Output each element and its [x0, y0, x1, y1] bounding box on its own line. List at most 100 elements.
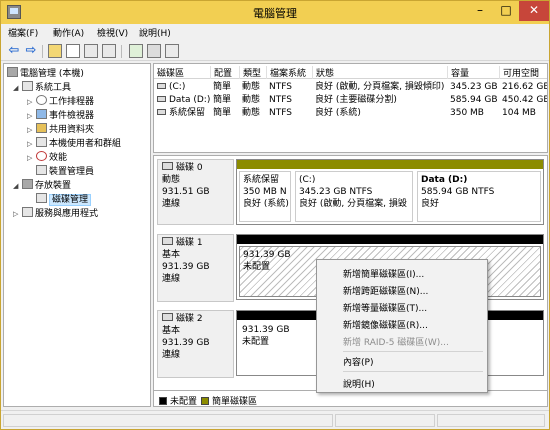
menu-help[interactable]: 說明(H): [139, 26, 171, 39]
refresh-icon[interactable]: [129, 44, 143, 58]
tree-item-task-scheduler[interactable]: ▷ 工作排程器: [27, 95, 94, 108]
expand-arrow-icon[interactable]: ▷: [27, 110, 36, 123]
column-header-status[interactable]: 狀態: [312, 66, 334, 79]
forward-arrow-icon[interactable]: ⇨: [24, 44, 38, 58]
partition-name: (C:): [299, 175, 316, 185]
column-header-type[interactable]: 類型: [239, 66, 261, 79]
volume-icon: [157, 83, 166, 89]
file-system-cell: NTFS: [269, 95, 292, 105]
disk-size: 931.39 GB: [162, 262, 210, 272]
expand-arrow-icon[interactable]: ▷: [13, 208, 22, 221]
file-system-cell: NTFS: [269, 82, 292, 92]
disk-size: 931.39 GB: [162, 338, 210, 348]
disk-settings-icon[interactable]: [165, 44, 179, 58]
volume-icon: [157, 109, 166, 115]
menu-item-new-simple-volume[interactable]: 新增簡單磁碟區(I)...: [343, 267, 424, 280]
expand-arrow-icon[interactable]: ▷: [27, 152, 36, 165]
toolbar-separator: [42, 45, 43, 58]
toolbar-separator: [121, 45, 122, 58]
simple-volume-bar: [415, 160, 543, 169]
disk-size: 931.51 GB: [162, 187, 210, 197]
table-row[interactable]: 系統保留 簡單 動態 NTFS 良好 (系統) 350 MB 104 MB: [154, 107, 547, 119]
show-hide-tree-icon[interactable]: [66, 44, 80, 58]
status-bar-cell: [437, 414, 545, 427]
column-header-volume[interactable]: 磁碟區: [154, 66, 184, 79]
back-arrow-icon[interactable]: ⇦: [7, 44, 21, 58]
storage-icon: [22, 179, 33, 189]
volume-cell: 系統保留: [157, 107, 211, 119]
column-header-capacity[interactable]: 容量: [447, 66, 469, 79]
partition-detail: 585.94 GB NTFS: [421, 187, 495, 197]
disk-0-partitions: 系統保留 350 MB N 良好 (系統) (C:) 345.23 GB NTF…: [236, 159, 544, 225]
menu-action[interactable]: 動作(A): [53, 26, 84, 39]
free-space-cell: 216.62 GB: [502, 82, 548, 92]
close-button[interactable]: ✕: [519, 1, 549, 21]
collapse-arrow-icon[interactable]: ◢: [13, 180, 22, 193]
column-header-file-system[interactable]: 檔案系統: [266, 66, 306, 79]
event-viewer-icon: [36, 109, 47, 119]
status-cell: 良好 (系統): [315, 108, 361, 118]
tree-item-local-users[interactable]: ▷ 本機使用者和群組: [27, 137, 121, 150]
tree-item-shared-folders[interactable]: ▷ 共用資料夾: [27, 123, 94, 136]
tree-item-system-tools[interactable]: ◢ 系統工具: [13, 81, 71, 94]
users-icon: [36, 137, 47, 147]
column-header-layout[interactable]: 配置: [210, 66, 232, 79]
table-row[interactable]: Data (D:) 簡單 動態 NTFS 良好 (主要磁碟分割) 585.94 …: [154, 94, 547, 106]
help-icon[interactable]: [84, 44, 98, 58]
menu-item-new-raid5-volume: 新增 RAID-5 磁碟區(W)...: [343, 338, 449, 348]
menu-item-help[interactable]: 說明(H): [343, 377, 375, 390]
expand-arrow-icon[interactable]: ▷: [27, 138, 36, 151]
volume-cell: (C:): [157, 81, 211, 93]
legend-unallocated: 未配置: [159, 394, 197, 407]
table-row[interactable]: (C:) 簡單 動態 NTFS 良好 (啟動, 分頁檔案, 損毀傾印) 345.…: [154, 81, 548, 93]
menu-separator: [343, 351, 483, 352]
menu-item-new-striped-volume[interactable]: 新增等量磁碟區(T)...: [343, 301, 427, 314]
menu-separator: [343, 371, 483, 372]
up-folder-icon[interactable]: [48, 44, 62, 58]
computer-management-window: 電腦管理 – □ ✕ 檔案(F) 動作(A) 檢視(V) 說明(H) ⇦ ⇨ 電…: [0, 0, 550, 430]
legend-swatch: [201, 397, 209, 405]
action-pane-icon[interactable]: [102, 44, 116, 58]
tree-item-services-apps[interactable]: ▷ 服務與應用程式: [13, 207, 98, 220]
disk-0-info[interactable]: 磁碟 0 動態 931.51 GB 連線: [157, 159, 234, 225]
tree-item-device-manager[interactable]: 裝置管理員: [27, 165, 94, 178]
collapse-arrow-icon[interactable]: ◢: [13, 82, 22, 95]
column-header-free-space[interactable]: 可用空間: [499, 66, 539, 79]
partition-system-reserved[interactable]: 系統保留 350 MB N 良好 (系統): [237, 160, 293, 224]
minimize-button[interactable]: –: [467, 1, 493, 21]
services-icon: [22, 207, 33, 217]
tree-item-computer-management[interactable]: 電腦管理 (本機): [7, 67, 84, 80]
partition-name: 系統保留: [243, 175, 280, 185]
menu-item-new-spanned-volume[interactable]: 新增跨距磁碟區(N)...: [343, 284, 428, 297]
disk-management-icon: [36, 193, 47, 203]
expand-arrow-icon[interactable]: ▷: [27, 96, 36, 109]
type-cell: 動態: [242, 82, 261, 92]
context-menu: 新增簡單磁碟區(I)... 新增跨距磁碟區(N)... 新增等量磁碟區(T)..…: [316, 259, 488, 393]
expand-arrow-icon[interactable]: ▷: [27, 124, 36, 137]
capacity-cell: 350 MB: [450, 108, 484, 118]
layout-cell: 簡單: [213, 108, 232, 118]
tree-item-disk-management[interactable]: 磁碟管理: [27, 193, 92, 206]
device-manager-icon: [36, 165, 47, 175]
properties-icon[interactable]: [147, 44, 161, 58]
tree-item-performance[interactable]: ▷ 效能: [27, 151, 67, 164]
menu-item-new-mirrored-volume[interactable]: 新增鏡像磁碟區(R)...: [343, 318, 428, 331]
menu-item-properties[interactable]: 內容(P): [343, 355, 373, 368]
disk-status: 連線: [162, 350, 181, 360]
menu-file[interactable]: 檔案(F): [8, 26, 38, 39]
menu-bar: 檔案(F) 動作(A) 檢視(V) 說明(H): [1, 24, 549, 42]
partition-status: 良好 (啟動, 分頁檔案, 損毀: [299, 199, 407, 209]
tools-icon: [22, 81, 33, 91]
partition-c[interactable]: (C:) 345.23 GB NTFS 良好 (啟動, 分頁檔案, 損毀: [293, 160, 415, 224]
tree-item-storage[interactable]: ◢ 存放裝置: [13, 179, 71, 192]
disk-2-info[interactable]: 磁碟 2 基本 931.39 GB 連線: [157, 310, 234, 378]
partition-status: 良好 (系統): [243, 199, 289, 209]
file-system-cell: NTFS: [269, 108, 292, 118]
menu-view[interactable]: 檢視(V): [97, 26, 128, 39]
maximize-button[interactable]: □: [493, 1, 519, 21]
tree-item-event-viewer[interactable]: ▷ 事件檢視器: [27, 109, 94, 122]
disk-1-info[interactable]: 磁碟 1 基本 931.39 GB 連線: [157, 234, 234, 302]
partition-d[interactable]: Data (D:) 585.94 GB NTFS 良好: [415, 160, 543, 224]
disk-type: 基本: [162, 326, 181, 336]
volume-cell: Data (D:): [157, 94, 211, 106]
